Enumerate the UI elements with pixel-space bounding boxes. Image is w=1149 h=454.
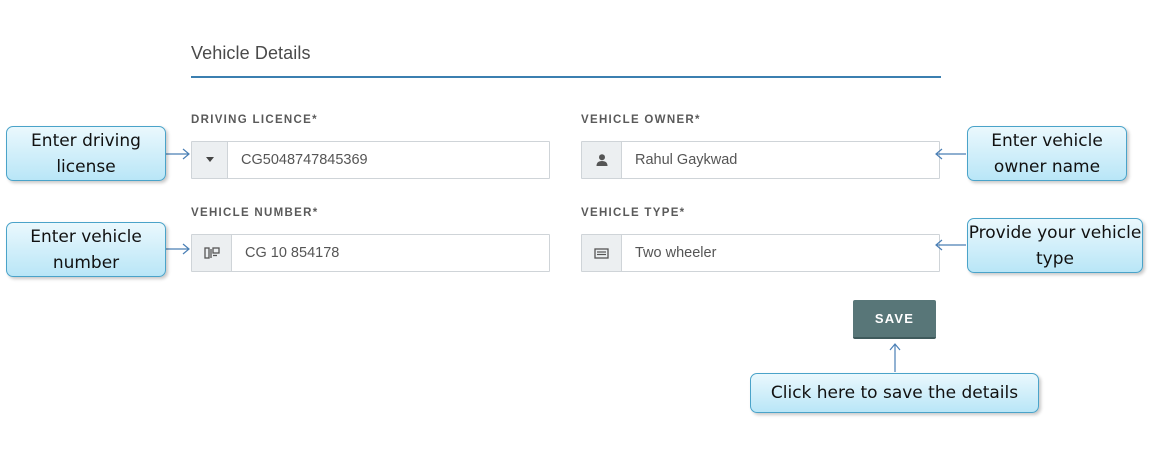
vehicle-number-callout: Enter vehicle number bbox=[6, 222, 166, 277]
owner-name-callout: Enter vehicle owner name bbox=[967, 126, 1127, 181]
vehicle-type-callout: Provide your vehicle type bbox=[967, 218, 1143, 273]
driving-license-callout: Enter driving license bbox=[6, 126, 166, 181]
save-callout: Click here to save the details bbox=[750, 373, 1039, 413]
